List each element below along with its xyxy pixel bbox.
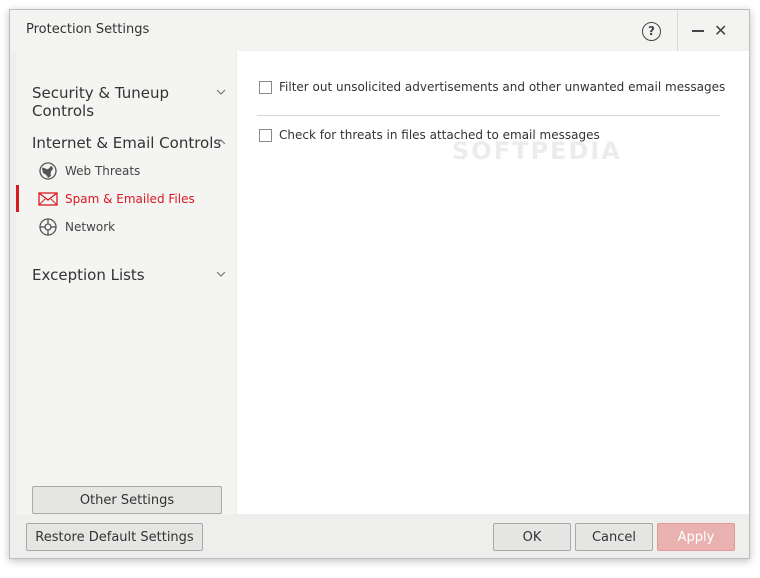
- check-attachments-checkbox[interactable]: [259, 129, 272, 142]
- chevron-down-icon[interactable]: [216, 89, 226, 95]
- sidebar-item-network[interactable]: Network: [38, 215, 228, 239]
- sidebar-item-label: Network: [65, 220, 116, 234]
- title-bar[interactable]: Protection Settings ? ✕: [10, 10, 749, 51]
- sidebar-item-spam-emailed-files[interactable]: Spam & Emailed Files: [38, 187, 228, 211]
- divider: [257, 115, 720, 116]
- protection-settings-window: Protection Settings ? ✕ Security & Tuneu…: [9, 9, 750, 559]
- ok-button[interactable]: OK: [493, 523, 571, 551]
- other-settings-button[interactable]: Other Settings: [32, 486, 222, 514]
- option-label: Filter out unsolicited advertisements an…: [279, 80, 726, 94]
- close-icon[interactable]: ✕: [714, 21, 727, 41]
- sidebar: Security & Tuneup Controls Internet & Em…: [16, 51, 236, 514]
- option-filter-spam[interactable]: Filter out unsolicited advertisements an…: [259, 79, 729, 99]
- apply-button[interactable]: Apply: [657, 523, 735, 551]
- minimize-icon[interactable]: [692, 30, 704, 32]
- window-title: Protection Settings: [26, 22, 150, 37]
- sidebar-item-web-threats[interactable]: Web Threats: [38, 159, 228, 183]
- option-label: Check for threats in files attached to e…: [279, 128, 600, 142]
- active-indicator: [16, 185, 19, 212]
- main-panel: SOFTPEDIA Filter out unsolicited adverti…: [237, 51, 749, 514]
- nav-exception-lists[interactable]: Exception Lists: [32, 266, 145, 284]
- nav-security-tuneup-label-1: Security & Tuneup: [32, 84, 169, 102]
- filter-spam-checkbox[interactable]: [259, 81, 272, 94]
- nav-internet-email[interactable]: Internet & Email Controls: [32, 134, 221, 152]
- nav-security-tuneup[interactable]: Security & Tuneup Controls: [32, 84, 169, 120]
- chevron-down-icon[interactable]: [216, 271, 226, 277]
- chevron-up-icon[interactable]: [216, 139, 226, 145]
- help-icon[interactable]: ?: [642, 22, 661, 41]
- titlebar-separator: [677, 10, 678, 51]
- sidebar-item-label: Web Threats: [65, 164, 141, 178]
- sidebar-item-label: Spam & Emailed Files: [65, 192, 195, 206]
- restore-default-button[interactable]: Restore Default Settings: [26, 523, 203, 551]
- envelope-icon: [38, 192, 58, 206]
- nav-security-tuneup-label-2: Controls: [32, 102, 95, 120]
- cancel-button[interactable]: Cancel: [575, 523, 653, 551]
- globe-icon: [39, 162, 57, 180]
- option-check-attachments[interactable]: Check for threats in files attached to e…: [259, 127, 729, 147]
- network-icon: [39, 218, 57, 236]
